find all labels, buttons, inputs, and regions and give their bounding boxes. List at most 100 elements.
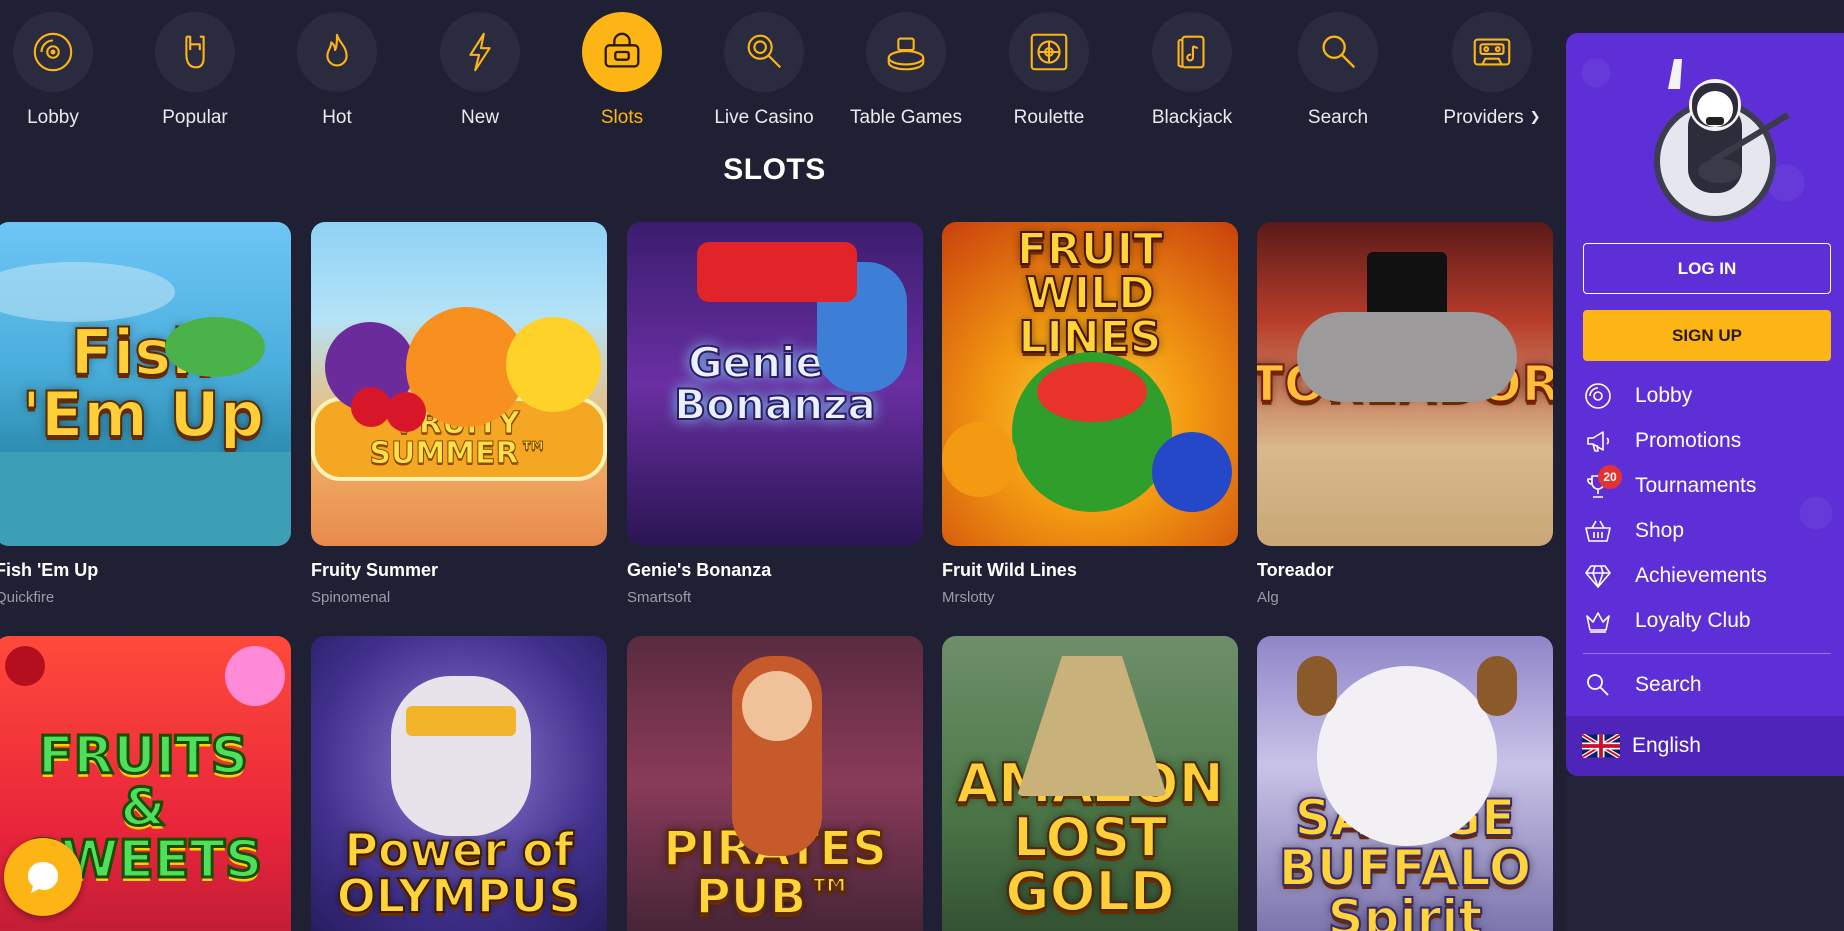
sidebar-item-loyalty-club[interactable]: Loyalty Club [1583,598,1831,643]
disc-icon [1585,382,1611,409]
game-provider: Mrslotty [942,589,995,606]
sidebar-item-label: Lobby [1635,383,1693,407]
game-title[interactable]: Fish 'Em Up [0,560,291,581]
lightning-icon [440,12,520,92]
game-provider: Smartsoft [627,589,692,606]
account-sidebar: LOG IN SIGN UP Lobby Promotions 20 Tourn… [1566,33,1844,776]
search-icon [1298,12,1378,92]
game-card[interactable]: SAVAGE BUFFALO Spirit [1257,636,1553,931]
diamond-icon [1585,564,1611,588]
nav-item-new[interactable]: New [415,12,545,129]
basket-icon [1585,520,1611,542]
avatar [1640,43,1790,223]
roulette-icon [1009,12,1089,92]
login-button[interactable]: LOG IN [1583,243,1831,294]
chat-icon [28,862,58,893]
sidebar-item-shop[interactable]: Shop [1583,508,1831,553]
cassette-icon [1452,12,1532,92]
sidebar-item-label: Shop [1635,518,1685,542]
megaphone-icon [1587,430,1610,452]
rock-hand-icon [155,12,235,92]
nav-label: Table Games [850,107,962,128]
uk-flag-icon [1582,734,1620,758]
game-art-title: FRUIT WILD LINES [1016,224,1164,363]
game-thumbnail[interactable]: PIRATES PUB™ [627,636,923,931]
game-thumbnail[interactable]: Power of OLYMPUS [311,636,607,931]
slot-bag-icon [582,12,662,92]
nav-label: Live Casino [714,107,814,128]
search-icon [1587,673,1609,696]
game-thumbnail[interactable]: Fish 'Em Up [0,222,291,546]
game-card[interactable]: PIRATES PUB™ [627,636,923,931]
nav-label: Popular [162,107,228,128]
nav-label: Hot [322,107,352,128]
game-card[interactable]: FRUIT WILD LINES Fruit Wild Lines Mrslot… [942,222,1238,606]
disc-icon [13,12,93,92]
language-label: English [1632,734,1701,757]
game-card[interactable]: FRUITY SUMMER™ Fruity Summer Spinomenal [311,222,607,606]
sidebar-item-label: Loyalty Club [1635,608,1751,632]
game-title[interactable]: Toreador [1257,560,1553,581]
game-thumbnail[interactable]: FRUITY SUMMER™ [311,222,607,546]
sidebar-item-promotions[interactable]: Promotions [1583,418,1831,463]
game-thumbnail[interactable]: AMAZON LOST GOLD [942,636,1238,931]
game-title[interactable]: Genie's Bonanza [627,560,923,581]
game-card[interactable]: Fish 'Em Up Fish 'Em Up Quickfire [0,222,291,606]
providers-label: Providers [1443,107,1524,128]
sidebar-item-label: Promotions [1635,428,1742,452]
nav-item-slots[interactable]: Slots [557,12,687,129]
sidebar-item-lobby[interactable]: Lobby [1583,373,1831,418]
sidebar-menu: Lobby Promotions 20 Tournaments Shop Ach… [1583,373,1831,707]
nav-item-providers[interactable]: Providers ❯ [1427,12,1557,129]
flame-icon [297,12,377,92]
crown-icon [1586,611,1610,633]
game-thumbnail[interactable]: FRUIT WILD LINES [942,222,1238,546]
magnifier-live-icon [724,12,804,92]
sidebar-background [1566,776,1844,931]
game-card[interactable]: AMAZON LOST GOLD [942,636,1238,931]
sidebar-item-label: Search [1635,672,1702,696]
nav-label: Lobby [27,107,79,128]
cards-icon [1152,12,1232,92]
sidebar-item-tournaments[interactable]: 20 Tournaments [1583,463,1831,508]
game-art-title: Power of OLYMPUS [336,823,583,923]
nav-item-table-games[interactable]: Table Games [841,12,971,129]
nav-label: Providers ❯ [1443,107,1540,129]
nav-label: New [460,107,499,128]
sidebar-item-achievements[interactable]: Achievements [1583,553,1831,598]
game-card[interactable]: Genie's Bonanza Genie's Bonanza Smartsof… [627,222,923,606]
nav-item-popular[interactable]: Popular [130,12,260,129]
game-provider: Spinomenal [311,589,391,606]
game-thumbnail[interactable]: Genie's Bonanza [627,222,923,546]
sidebar-item-label: Tournaments [1635,473,1757,497]
game-title[interactable]: Fruit Wild Lines [942,560,1238,581]
nav-item-search[interactable]: Search [1273,12,1403,129]
sidebar-item-label: Achievements [1635,563,1767,587]
chevron-down-icon[interactable]: ❯ [1530,109,1541,125]
nav-label: Search [1307,107,1369,128]
language-selector[interactable]: English [1566,716,1844,776]
poker-table-icon [866,12,946,92]
sidebar-item-search[interactable]: Search [1583,662,1831,707]
game-thumbnail[interactable]: TOREADOR [1257,222,1553,546]
tournaments-badge: 20 [1598,465,1622,489]
chat-button[interactable] [4,838,82,916]
nav-label: Blackjack [1151,107,1233,128]
nav-label: Slots [600,107,644,128]
divider [1583,653,1831,654]
game-title[interactable]: Fruity Summer [311,560,607,581]
nav-label: Roulette [1013,107,1085,128]
game-thumbnail[interactable]: SAVAGE BUFFALO Spirit [1257,636,1553,931]
nav-item-hot[interactable]: Hot [272,12,402,129]
nav-item-live-casino[interactable]: Live Casino [699,12,829,129]
nav-item-lobby[interactable]: Lobby [0,12,118,129]
game-provider: Quickfire [0,589,55,606]
nav-item-blackjack[interactable]: Blackjack [1127,12,1257,129]
game-card[interactable]: Power of OLYMPUS [311,636,607,931]
page-title: SLOTS [723,153,826,186]
game-provider: Alg [1257,589,1279,606]
signup-button[interactable]: SIGN UP [1583,310,1831,361]
category-nav: Lobby Popular Hot New Slots Live Casino [0,0,1566,128]
nav-item-roulette[interactable]: Roulette [984,12,1114,129]
game-card[interactable]: TOREADOR Toreador Alg [1257,222,1553,606]
